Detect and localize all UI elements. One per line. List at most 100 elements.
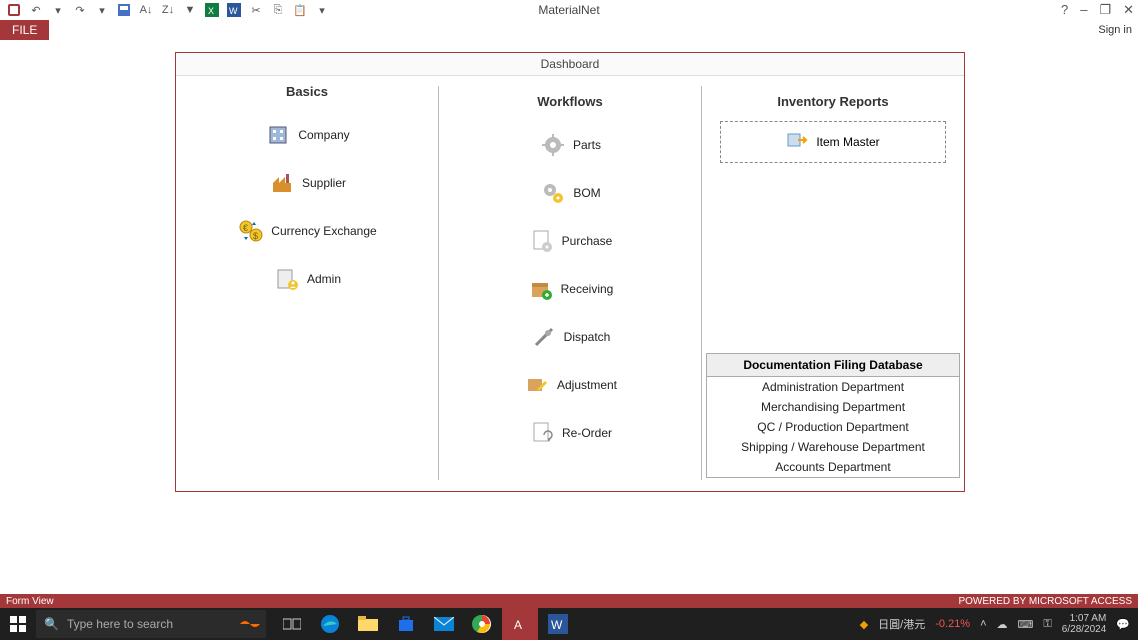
currency-button[interactable]: €$ Currency Exchange [176,207,438,255]
column-basics: Basics Company Supplier €$ Currency Exch… [176,76,438,490]
search-icon: 🔍 [44,617,59,631]
restore-button[interactable]: ❐ [1099,2,1111,18]
adjustment-label: Adjustment [557,378,617,392]
access-icon[interactable]: A [502,608,538,640]
admin-label: Admin [307,272,341,286]
title-bar: ↶ ▾ ↷ ▾ A↓ Z↓ ▼ X W ✂ ⎘ 📋 ▾ MaterialNet … [0,0,1138,20]
receiving-label: Receiving [561,282,614,296]
svg-text:X: X [208,6,214,16]
purchase-button[interactable]: Purchase [439,217,701,265]
export-icon [786,130,810,154]
adjustment-button[interactable]: Adjustment [439,361,701,409]
app-icon [6,2,22,18]
tools-icon [530,323,558,351]
workflows-heading: Workflows [439,94,701,109]
dashboard-body: Basics Company Supplier €$ Currency Exch… [176,76,964,490]
filing-header: Documentation Filing Database [707,354,959,377]
bom-button[interactable]: BOM [439,169,701,217]
tray-onedrive-icon[interactable]: ☁ [997,618,1008,631]
box-plus-icon [527,275,555,303]
reorder-label: Re-Order [562,426,612,440]
tray-change: -0.21% [935,618,970,630]
item-master-button[interactable]: Item Master [720,121,946,163]
factory-icon [268,169,296,197]
tray-input-icon[interactable]: ⌨ [1018,618,1034,631]
system-tray: ◆ 日圓/港元 -0.21% ˄ ☁ ⌨ ⚿ 1:07 AM 6/28/2024… [860,613,1138,635]
supplier-button[interactable]: Supplier [176,159,438,207]
chrome-icon[interactable] [464,608,500,640]
bom-label: BOM [573,186,600,200]
excel-icon[interactable]: X [204,2,220,18]
filing-item-accounts[interactable]: Accounts Department [707,457,959,477]
search-flame-icon [240,616,260,632]
task-view-icon[interactable] [274,608,310,640]
filing-item-shipping[interactable]: Shipping / Warehouse Department [707,437,959,457]
purchase-label: Purchase [562,234,613,248]
parts-button[interactable]: Parts [439,121,701,169]
tray-chevron-icon[interactable]: ˄ [980,618,986,630]
reorder-button[interactable]: Re-Order [439,409,701,457]
document-gear-icon [528,227,556,255]
filter-icon[interactable]: ▼ [182,2,198,18]
status-right: POWERED BY MICROSOFT ACCESS [958,596,1132,607]
help-button[interactable]: ? [1061,2,1068,18]
column-reports: Inventory Reports Item Master Documentat… [701,86,964,480]
taskbar: 🔍 Type here to search A W ◆ 日圓/港元 -0.21%… [0,608,1138,640]
item-master-label: Item Master [816,135,879,149]
edge-icon[interactable] [312,608,348,640]
filing-item-qc[interactable]: QC / Production Department [707,417,959,437]
company-button[interactable]: Company [176,111,438,159]
column-workflows: Workflows Parts BOM Purchase Receiving [438,86,701,480]
qat-sep2: ▾ [94,2,110,18]
currency-icon: €$ [237,217,265,245]
notifications-icon[interactable]: 💬 [1116,618,1130,631]
start-button[interactable] [0,608,36,640]
close-button[interactable]: ✕ [1123,2,1134,18]
clock-date: 6/28/2024 [1062,624,1107,635]
app-title: MaterialNet [538,3,599,17]
clock-time: 1:07 AM [1062,613,1107,624]
qat-more-icon[interactable]: ▾ [314,2,330,18]
taskbar-search[interactable]: 🔍 Type here to search [36,610,266,638]
cut-icon[interactable]: ✂ [248,2,264,18]
reports-heading: Inventory Reports [702,94,964,109]
save-icon[interactable] [116,2,132,18]
minimize-button[interactable]: – [1080,2,1087,18]
word-icon[interactable]: W [226,2,242,18]
store-icon[interactable] [388,608,424,640]
svg-text:W: W [551,618,563,632]
sort-asc-icon[interactable]: A↓ [138,2,154,18]
gears-icon [539,179,567,207]
tray-wifi-icon[interactable]: ⚿ [1043,618,1051,631]
redo-icon[interactable]: ↷ [72,2,88,18]
filing-item-merch[interactable]: Merchandising Department [707,397,959,417]
sign-in-link[interactable]: Sign in [1098,24,1138,36]
word-taskbar-icon[interactable]: W [540,608,576,640]
admin-icon [273,265,301,293]
svg-text:A: A [514,618,522,632]
filing-item-admin[interactable]: Administration Department [707,377,959,397]
receiving-button[interactable]: Receiving [439,265,701,313]
window-controls: ? – ❐ ✕ [1061,2,1134,18]
undo-icon[interactable]: ↶ [28,2,44,18]
tray-text: 日圓/港元 [878,616,925,632]
explorer-icon[interactable] [350,608,386,640]
dispatch-button[interactable]: Dispatch [439,313,701,361]
ribbon-row: FILE Sign in [0,20,1138,40]
qat-sep: ▾ [50,2,66,18]
sort-desc-icon[interactable]: Z↓ [160,2,176,18]
box-pencil-icon [523,371,551,399]
quick-access-toolbar: ↶ ▾ ↷ ▾ A↓ Z↓ ▼ X W ✂ ⎘ 📋 ▾ [0,2,330,18]
building-icon [264,121,292,149]
file-tab[interactable]: FILE [0,20,49,40]
company-label: Company [298,128,349,142]
paste-icon[interactable]: 📋 [292,2,308,18]
admin-button[interactable]: Admin [176,255,438,303]
search-placeholder: Type here to search [67,617,173,631]
tray-market-icon[interactable]: ◆ [860,618,868,631]
copy-icon[interactable]: ⎘ [270,2,286,18]
mail-icon[interactable] [426,608,462,640]
taskbar-clock[interactable]: 1:07 AM 6/28/2024 [1062,613,1107,635]
parts-label: Parts [573,138,601,152]
svg-text:€: € [243,223,248,233]
